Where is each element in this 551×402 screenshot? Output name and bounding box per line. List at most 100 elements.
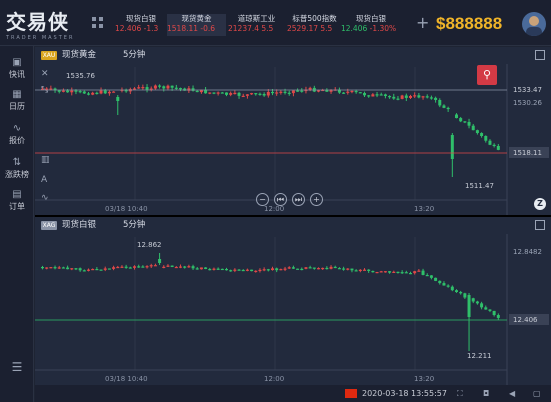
zoom-out-button[interactable]: −: [256, 193, 269, 206]
candle-body: [308, 87, 312, 90]
app-logo: 交易侠 TRADER MASTER: [6, 6, 78, 42]
candle-body: [153, 85, 157, 89]
candle-body: [166, 85, 170, 89]
grid-menu-icon[interactable]: [92, 17, 103, 28]
candle-body: [496, 145, 500, 150]
candle-body: [455, 290, 458, 293]
candle-body: [400, 95, 404, 99]
logo-text: 交易侠: [6, 10, 69, 34]
candle-body: [141, 266, 145, 268]
volume-icon[interactable]: ◀: [509, 385, 515, 402]
candle-body: [467, 295, 471, 317]
candle-body: [317, 90, 320, 92]
candle-body: [91, 92, 95, 95]
indicator-icon[interactable]: ▥: [41, 155, 50, 165]
candle-body: [195, 268, 199, 270]
camera-icon[interactable]: ◘: [483, 385, 489, 402]
candle-body: [158, 85, 162, 87]
close-icon[interactable]: ✕: [41, 69, 49, 79]
symbol-name[interactable]: 现货黄金: [62, 47, 96, 64]
candle-body: [480, 133, 484, 137]
ticker-name: 标普500指数: [292, 14, 337, 23]
sidebar: ▣ 快讯 ▦ 日历 ∿ 报价 ⇅ 涨跌榜 ▤ 订单 ☰: [0, 46, 34, 402]
silver-chart-panel[interactable]: 12.8482 12.406 12.862 12.211 03/18 10:40 12:0…: [35, 217, 551, 385]
candle-body: [459, 118, 463, 122]
candle-body: [208, 268, 212, 271]
scroll-start-button[interactable]: ⏮: [274, 193, 287, 206]
candle-body: [133, 266, 136, 268]
candle-body: [166, 265, 170, 267]
candle-body: [425, 96, 429, 98]
menu-icon[interactable]: ☰: [0, 360, 34, 374]
candle-body: [354, 270, 358, 272]
period-selector[interactable]: 5分钟: [123, 217, 145, 234]
ticker-dow[interactable]: 道琼斯工业 21237.4 5.5: [228, 14, 285, 36]
chart-settings-icon[interactable]: [535, 50, 545, 60]
candle-body: [379, 271, 383, 273]
search-icon[interactable]: ⚲: [477, 65, 497, 85]
candle-body: [413, 95, 417, 97]
ticker-name: 道琼斯工业: [237, 14, 276, 23]
candle-body: [275, 268, 279, 271]
sidebar-item-news[interactable]: ▣ 快讯: [0, 56, 34, 80]
symbol-badge: XAU: [41, 51, 57, 60]
ticker-sp500[interactable]: 标普500指数 2529.17 5.5: [287, 14, 342, 36]
candle-body: [212, 268, 216, 270]
candle-body: [174, 87, 178, 89]
candle-body: [145, 87, 149, 90]
candle-body: [199, 267, 203, 270]
avatar[interactable]: [522, 12, 546, 36]
ticker-silver[interactable]: 现货白银 12.406 -1.3: [115, 14, 167, 36]
sidebar-item-ranking[interactable]: ⇅ 涨跌榜: [0, 156, 34, 180]
candle-body: [350, 90, 354, 93]
candle-body: [421, 96, 425, 98]
ticker-change: -1.3: [143, 24, 159, 33]
scroll-end-button[interactable]: ⏭: [292, 193, 305, 206]
status-bar: 2020-03-18 13:55:57 ⛶ ◘ ◀ ▢: [35, 385, 551, 402]
sidebar-item-calendar[interactable]: ▦ 日历: [0, 88, 34, 112]
add-ticker-button[interactable]: +: [416, 13, 429, 32]
gold-chart-panel[interactable]: 1533.47 1530.26 1518.11 1535.76 1511.47 03/18…: [35, 47, 551, 215]
zoom-badge-icon[interactable]: Z: [534, 198, 546, 210]
quote-icon: ∿: [12, 123, 22, 134]
fullscreen-icon[interactable]: ⛶: [457, 385, 463, 402]
draw-tool-icon[interactable]: A: [41, 175, 47, 185]
candle-body: [404, 272, 408, 274]
candle-body: [358, 92, 362, 94]
candle-body: [153, 265, 157, 267]
candle-body: [475, 301, 479, 304]
ticker-silver-2[interactable]: 现货白银 12.406 -1.30%: [341, 14, 401, 36]
candle-body: [245, 94, 249, 96]
candle-body: [95, 268, 99, 271]
candle-body: [442, 283, 446, 286]
candle-body: [367, 269, 371, 271]
expand-icon[interactable]: ⤡: [41, 85, 48, 95]
ticker-gold[interactable]: 现货黄金 1518.11 -0.6: [167, 14, 226, 36]
silver-candlestick-chart[interactable]: 12.8482 12.406 12.862 12.211 03/18 10:40 12:0…: [35, 217, 551, 385]
candle-body: [308, 267, 312, 269]
period-selector[interactable]: 5分钟: [123, 47, 145, 64]
candle-body: [279, 269, 283, 271]
candle-body: [241, 269, 245, 272]
sidebar-item-quote[interactable]: ∿ 报价: [0, 122, 34, 146]
window-icon[interactable]: ▢: [533, 385, 541, 402]
chart-settings-icon[interactable]: [535, 220, 545, 230]
candle-body: [375, 94, 379, 96]
sidebar-item-order[interactable]: ▤ 订单: [0, 188, 34, 212]
sidebar-item-label: 订单: [9, 202, 25, 211]
candle-body: [337, 268, 341, 270]
china-flag-icon: [345, 389, 357, 398]
candle-body: [229, 270, 233, 272]
order-icon: ▤: [12, 189, 22, 200]
candle-body: [496, 315, 500, 318]
candle-body: [45, 267, 49, 269]
wave-tool-icon[interactable]: ∿: [41, 193, 49, 203]
candle-body: [158, 259, 162, 263]
ticker-price: 1518.11: [167, 24, 199, 33]
candle-body: [133, 88, 136, 90]
zoom-in-button[interactable]: +: [310, 193, 323, 206]
candle-body: [74, 268, 78, 270]
candle-body: [258, 269, 262, 272]
candle-body: [107, 91, 111, 94]
symbol-name[interactable]: 现货白银: [62, 217, 96, 234]
